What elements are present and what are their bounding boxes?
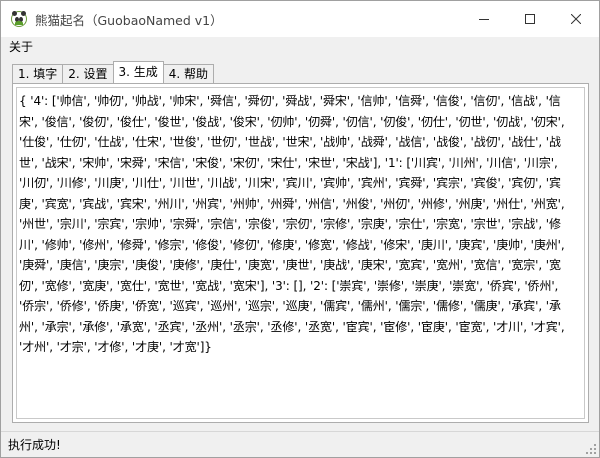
minimize-button[interactable] — [461, 1, 507, 37]
output-textarea[interactable]: { '4': ['帅信', '帅仞', '帅战', '帅宋', '舜信', '舜… — [16, 87, 585, 419]
maximize-icon — [525, 14, 535, 24]
tab-strip: 1. 填字 2. 设置 3. 生成 4. 帮助 — [12, 61, 215, 83]
menu-about[interactable]: 关于 — [1, 37, 41, 57]
tab-settings[interactable]: 2. 设置 — [62, 64, 114, 83]
tab-help[interactable]: 4. 帮助 — [162, 64, 215, 83]
menu-bar: 关于 — [1, 37, 599, 57]
panda-logo-icon — [11, 11, 27, 27]
maximize-button[interactable] — [507, 1, 553, 37]
close-icon — [571, 14, 581, 24]
window-title: 熊猫起名（GuobaoNamed v1） — [35, 12, 223, 28]
title-bar[interactable]: 熊猫起名（GuobaoNamed v1） — [1, 1, 599, 37]
output-text: { '4': ['帅信', '帅仞', '帅战', '帅宋', '舜信', '舜… — [19, 94, 565, 354]
tab-generate[interactable]: 3. 生成 — [112, 61, 164, 83]
status-bar: 执行成功! — [1, 431, 599, 457]
tab-panel-generate: { '4': ['帅信', '帅仞', '帅战', '帅宋', '舜信', '舜… — [12, 83, 589, 423]
app-window: 熊猫起名（GuobaoNamed v1） 关于 1. 填字 2. 设置 3. 生… — [0, 0, 600, 458]
window-controls — [461, 1, 599, 37]
tab-fill-chars[interactable]: 1. 填字 — [12, 64, 64, 83]
status-text: 执行成功! — [8, 438, 61, 452]
resize-grip-icon[interactable] — [585, 443, 597, 455]
close-button[interactable] — [553, 1, 599, 37]
minimize-icon — [479, 19, 489, 20]
